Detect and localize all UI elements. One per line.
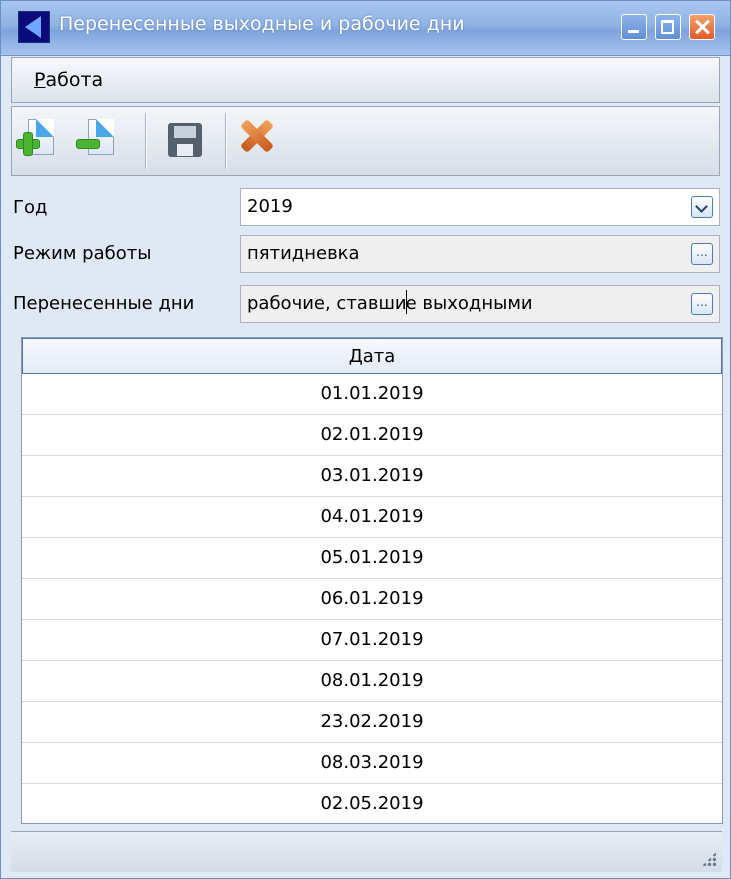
toolbar — [11, 106, 720, 176]
dates-grid[interactable]: Дата 01.01.2019 02.01.2019 03.01.2019 04… — [21, 337, 723, 824]
toolbar-separator — [225, 113, 227, 169]
title-bar[interactable]: Перенесенные выходные и рабочие дни — [1, 1, 730, 56]
mode-label: Режим работы — [13, 243, 152, 264]
cancel-button[interactable] — [232, 117, 280, 165]
document-icon — [88, 119, 114, 155]
table-row[interactable]: 08.03.2019 — [22, 743, 722, 784]
table-row[interactable]: 01.01.2019 — [22, 374, 722, 415]
menu-bar: Работа — [11, 57, 720, 103]
app-icon — [18, 11, 50, 43]
moved-days-field[interactable]: рабочие, ставшие выходными ... — [240, 285, 720, 323]
close-button[interactable] — [689, 14, 715, 40]
mode-value: пятидневка — [247, 243, 360, 264]
maximize-button[interactable] — [655, 14, 681, 40]
save-icon — [168, 123, 202, 157]
moved-days-label: Перенесенные дни — [13, 293, 195, 314]
dialog-window: Перенесенные выходные и рабочие дни Рабо… — [0, 0, 731, 879]
table-row[interactable]: 03.01.2019 — [22, 456, 722, 497]
year-value: 2019 — [247, 196, 293, 217]
resize-grip-icon[interactable] — [702, 852, 716, 866]
table-row[interactable]: 04.01.2019 — [22, 497, 722, 538]
menu-item-work-mnemonic: Р — [34, 69, 46, 91]
status-bar — [11, 831, 722, 872]
table-row[interactable]: 05.01.2019 — [22, 538, 722, 579]
menu-item-work[interactable]: Работа — [34, 69, 103, 91]
moved-days-picker-button[interactable]: ... — [691, 293, 713, 315]
moved-days-value-part2: е выходными — [405, 293, 533, 314]
year-select[interactable]: 2019 — [240, 188, 720, 226]
add-button[interactable] — [14, 117, 62, 165]
table-row[interactable]: 08.01.2019 — [22, 661, 722, 702]
toolbar-separator — [145, 113, 147, 169]
menu-item-work-label: абота — [45, 69, 104, 91]
minus-icon — [76, 139, 100, 149]
mode-picker-button[interactable]: ... — [691, 243, 713, 265]
year-dropdown-button[interactable] — [691, 196, 713, 218]
minimize-button[interactable] — [621, 14, 647, 40]
save-button[interactable] — [160, 117, 208, 165]
window-title: Перенесенные выходные и рабочие дни — [59, 13, 465, 35]
plus-icon-vertical — [23, 132, 33, 156]
mode-field[interactable]: пятидневка ... — [240, 235, 720, 273]
column-header-date[interactable]: Дата — [22, 338, 722, 374]
year-label: Год — [13, 197, 48, 218]
chevron-down-icon — [695, 200, 708, 213]
table-row[interactable]: 06.01.2019 — [22, 579, 722, 620]
table-row[interactable]: 23.02.2019 — [22, 702, 722, 743]
moved-days-value-part1: рабочие, ставши — [247, 293, 407, 314]
table-row[interactable]: 02.05.2019 — [22, 784, 722, 823]
remove-button[interactable] — [74, 117, 122, 165]
table-row[interactable]: 02.01.2019 — [22, 415, 722, 456]
table-row[interactable]: 07.01.2019 — [22, 620, 722, 661]
